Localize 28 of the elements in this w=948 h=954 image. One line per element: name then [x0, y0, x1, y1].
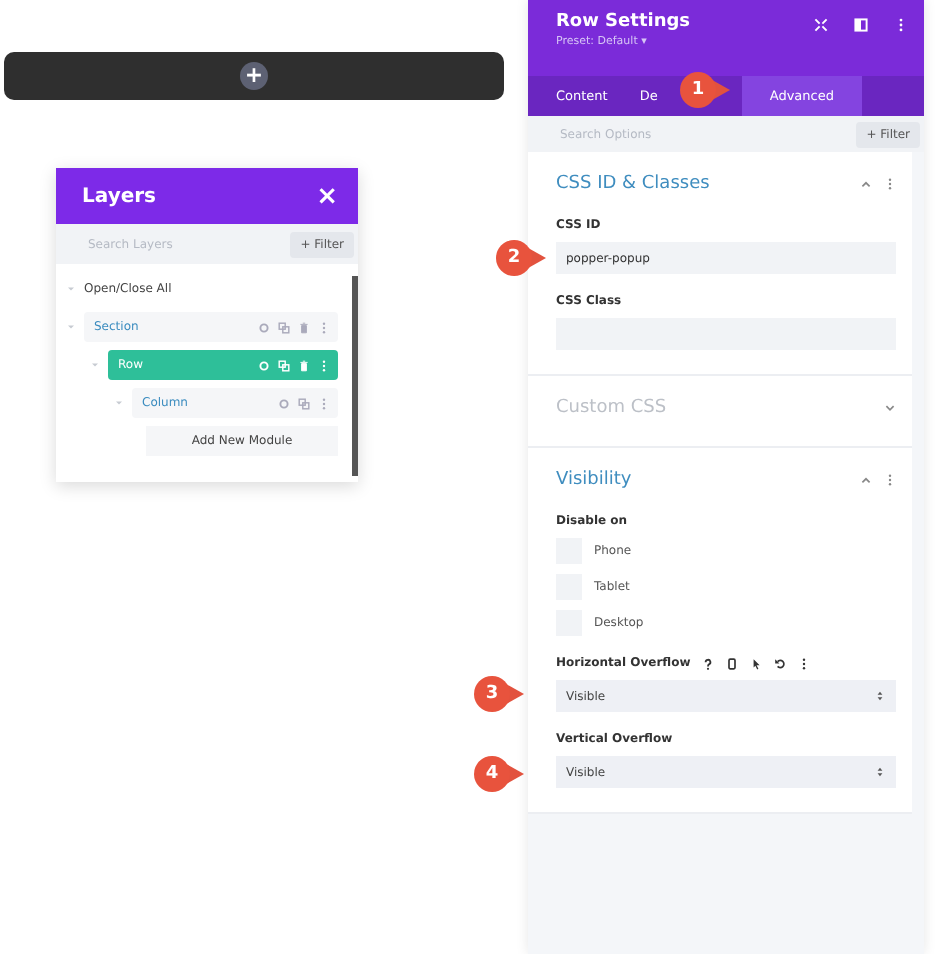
panel-title: Row Settings	[556, 12, 691, 32]
chevron-up-icon[interactable]	[860, 178, 872, 190]
help-icon[interactable]	[702, 657, 715, 669]
pointer-icon[interactable]	[750, 657, 763, 669]
phone-icon[interactable]	[726, 657, 739, 669]
more-icon[interactable]	[894, 18, 908, 32]
caret-icon[interactable]	[66, 284, 76, 294]
add-button[interactable]: +	[240, 62, 268, 90]
caret-icon[interactable]	[114, 398, 124, 408]
section-title[interactable]: Visibility	[556, 470, 632, 490]
caret-icon[interactable]	[90, 360, 100, 370]
updown-arrows-icon[interactable]	[874, 690, 886, 702]
chevron-up-icon[interactable]	[860, 474, 872, 486]
updown-arrows-icon[interactable]	[874, 766, 886, 778]
split-view-icon[interactable]	[854, 18, 868, 32]
scrollbar[interactable]	[352, 276, 358, 476]
panel-title: Layers	[82, 185, 156, 207]
duplicate-icon[interactable]	[278, 359, 290, 371]
close-button[interactable]: ×	[316, 183, 338, 209]
section-title[interactable]: CSS ID & Classes	[556, 174, 710, 194]
trash-icon[interactable]	[298, 321, 310, 333]
chevron-down-icon[interactable]	[884, 402, 896, 414]
undo-icon[interactable]	[774, 657, 787, 669]
duplicate-icon[interactable]	[278, 321, 290, 333]
caret-icon[interactable]	[66, 322, 76, 332]
more-icon[interactable]	[798, 657, 811, 669]
expand-icon[interactable]	[814, 18, 828, 32]
duplicate-icon[interactable]	[298, 397, 310, 409]
